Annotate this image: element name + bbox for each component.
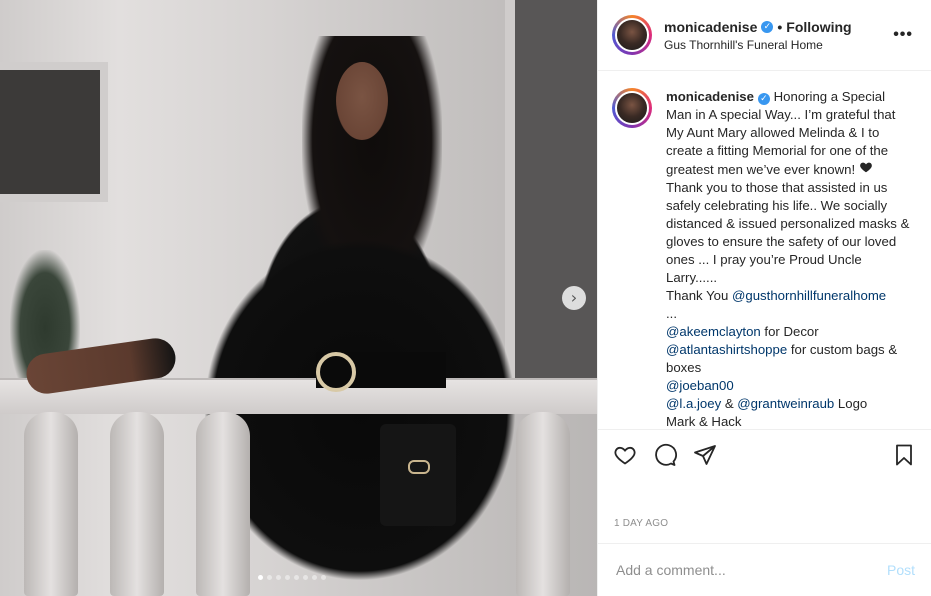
- avatar-image: [615, 18, 649, 52]
- carousel-dot: [276, 575, 281, 580]
- caption-decor-text: for Decor: [764, 324, 819, 339]
- handbag: [380, 424, 456, 526]
- baluster: [196, 412, 250, 596]
- location-link[interactable]: Gus Thornhill's Funeral Home: [664, 38, 889, 52]
- comment-form: Post: [598, 543, 931, 596]
- username-link[interactable]: monicadenise: [664, 19, 757, 35]
- mention-joe[interactable]: @joeban00: [666, 378, 734, 393]
- caption-and-text: &: [721, 396, 738, 411]
- header-text: monicadenise ✓ • Following Gus Thornhill…: [664, 19, 889, 52]
- comment-button[interactable]: [652, 442, 678, 468]
- carousel-dot: [321, 575, 326, 580]
- carousel-indicator: [258, 575, 326, 580]
- like-button[interactable]: [612, 442, 638, 468]
- post-side-panel: monicadenise ✓ • Following Gus Thornhill…: [597, 0, 931, 596]
- post-comment-button[interactable]: Post: [887, 562, 915, 578]
- black-heart-emoji-icon: [859, 162, 872, 173]
- handbag-logo: [408, 460, 430, 474]
- action-bar: [598, 429, 931, 479]
- caption-avatar[interactable]: [612, 88, 652, 128]
- carousel-dot: [267, 575, 272, 580]
- post-timestamp[interactable]: 1 DAY AGO: [614, 518, 668, 529]
- header-row: monicadenise ✓ • Following: [664, 19, 889, 35]
- carousel-dot: [303, 575, 308, 580]
- caption-text: monicadenise ✓ Honoring a Special Man in …: [666, 88, 910, 428]
- more-options-icon[interactable]: •••: [889, 22, 917, 48]
- caption-username-link[interactable]: monicadenise: [666, 89, 754, 104]
- caption-ellipsis: ...: [666, 306, 677, 321]
- carousel-dot: [285, 575, 290, 580]
- following-button[interactable]: Following: [786, 19, 851, 35]
- caption-area: monicadenise ✓ Honoring a Special Man in …: [612, 88, 921, 428]
- mention-lajoey[interactable]: @l.a.joey: [666, 396, 721, 411]
- carousel-next-button[interactable]: ›: [562, 286, 586, 310]
- baluster: [24, 412, 78, 596]
- follow-separator: •: [777, 18, 783, 35]
- mention-decor[interactable]: @akeemclayton: [666, 324, 761, 339]
- save-button[interactable]: [891, 442, 917, 468]
- post-photo[interactable]: ›: [0, 0, 597, 596]
- post-header: monicadenise ✓ • Following Gus Thornhill…: [598, 0, 931, 71]
- carousel-dot: [294, 575, 299, 580]
- background-window-left: [0, 62, 108, 202]
- subject-face: [336, 62, 388, 140]
- avatar[interactable]: [612, 15, 652, 55]
- mention-shirts[interactable]: @atlantashirtshoppe: [666, 342, 787, 357]
- carousel-dot: [312, 575, 317, 580]
- bookmark-icon: [896, 444, 912, 465]
- mention-grant[interactable]: @grantweinraub: [737, 396, 834, 411]
- comment-icon: [655, 443, 677, 466]
- verified-badge-icon: ✓: [757, 93, 770, 105]
- share-icon: [694, 444, 716, 465]
- belt-buckle: [316, 352, 356, 392]
- caption-avatar-wrap: [612, 88, 652, 428]
- share-button[interactable]: [692, 442, 718, 468]
- comment-input[interactable]: [614, 561, 887, 579]
- verified-badge-icon: ✓: [761, 20, 774, 33]
- caption-avatar-image: [615, 91, 649, 125]
- carousel-next-icon: ›: [570, 288, 578, 307]
- caption-part-2: Thank you to those that assisted in us s…: [666, 180, 910, 303]
- baluster: [516, 412, 570, 596]
- mention-funeral-home[interactable]: @gusthornhillfuneralhome: [732, 288, 886, 303]
- carousel-dot: [258, 575, 263, 580]
- baluster: [110, 412, 164, 596]
- heart-icon: [614, 446, 636, 465]
